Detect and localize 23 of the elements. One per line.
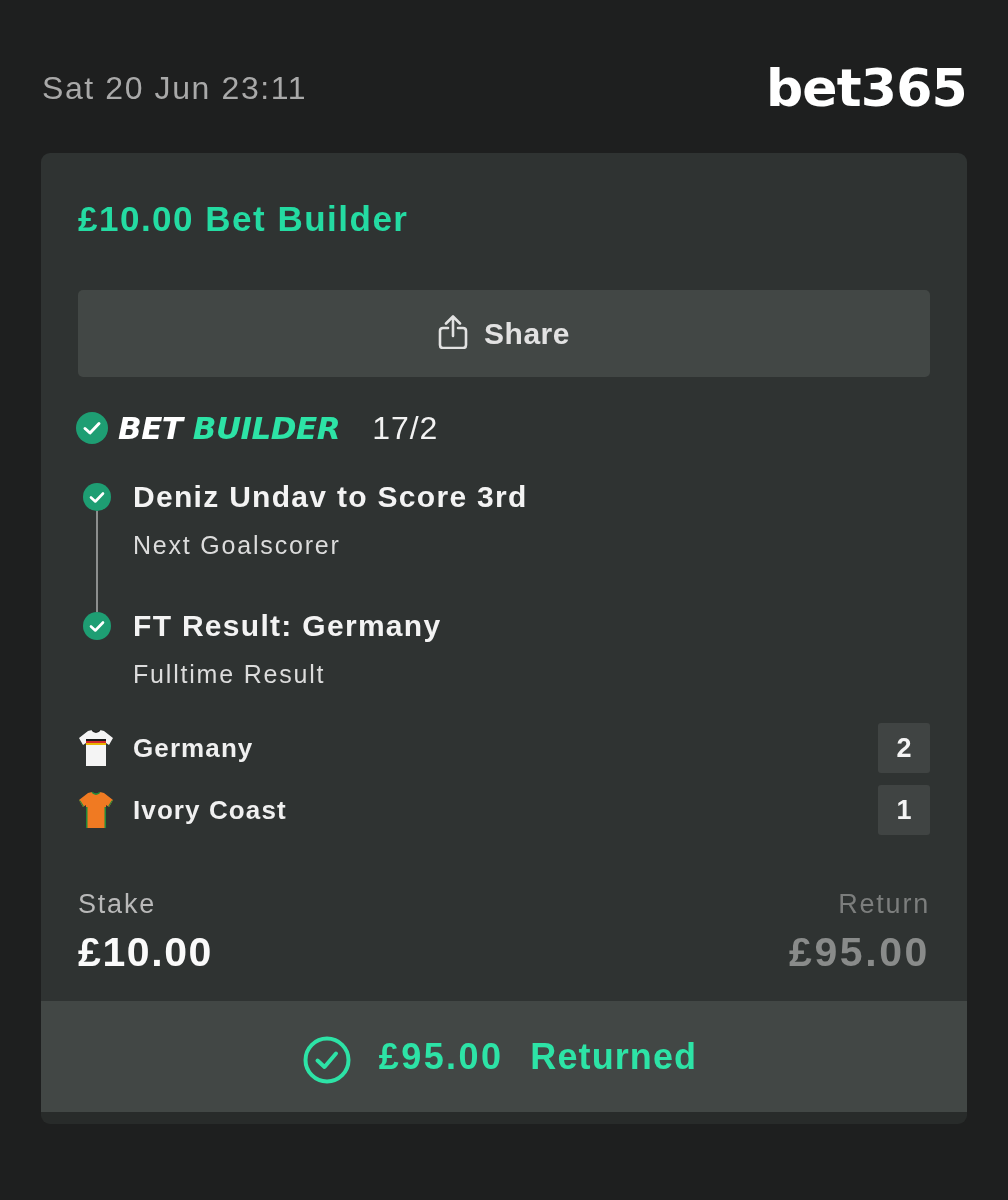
team-score: 1 (878, 785, 930, 835)
date-time: Sat 20 Jun 23:11 (41, 69, 308, 107)
team-name: Germany (133, 732, 255, 764)
logo: bet365 (765, 62, 967, 114)
return-amount: £95.00 (789, 929, 930, 975)
shirt-icon (78, 791, 114, 829)
stake-amount: £10.00 (78, 929, 213, 975)
return-label: Return (838, 889, 930, 919)
shirt-icon (78, 729, 114, 767)
selection-name: Deniz Undav to Score 3rd (133, 480, 528, 514)
result-status: Returned (530, 1035, 698, 1078)
bet-type-label: BET BUILDER (118, 410, 341, 446)
returned-amount: £95.00 (378, 1035, 504, 1078)
selection-name: FT Result: Germany (133, 609, 442, 643)
team-name: Ivory Coast (133, 794, 288, 826)
market-name: Next Goalscorer (133, 530, 342, 560)
share-icon (438, 314, 469, 349)
market-name: Fulltime Result (133, 659, 327, 689)
odds: 17/2 (372, 409, 439, 447)
share-button[interactable]: Share (78, 290, 930, 377)
team-score: 2 (878, 723, 930, 773)
stake-label: Stake (78, 889, 157, 919)
bet-title: £10.00 Bet Builder (78, 199, 410, 239)
